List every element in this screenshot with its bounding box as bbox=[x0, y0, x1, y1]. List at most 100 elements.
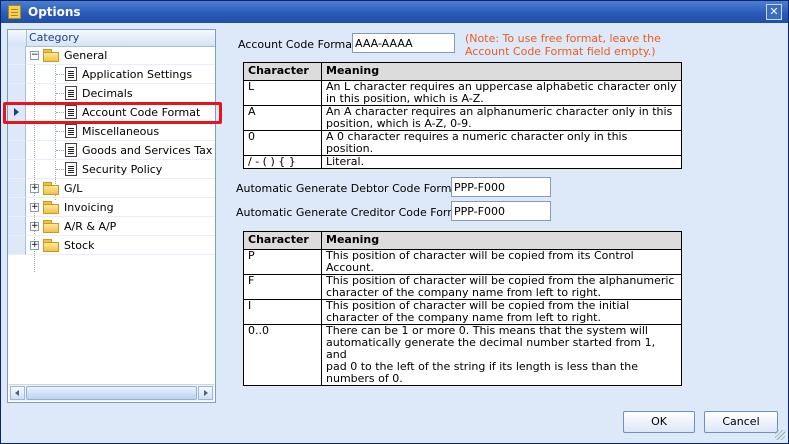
scrollbar-thumb[interactable] bbox=[26, 386, 197, 400]
table-row: F This position of character will be cop… bbox=[243, 274, 682, 300]
meaning-cell: An A character requires an alphanumeric … bbox=[321, 105, 682, 131]
account-code-format-input[interactable]: AAA-AAAA bbox=[352, 33, 455, 53]
folder-icon bbox=[43, 201, 59, 214]
auto-generate-format-table: Character Meaning P This position of cha… bbox=[243, 231, 682, 386]
sidebar-item-decimals[interactable]: Decimals bbox=[8, 84, 215, 103]
expand-icon[interactable]: + bbox=[30, 222, 39, 231]
tree-line bbox=[56, 74, 64, 75]
sidebar-item-general[interactable]: − General bbox=[8, 46, 215, 65]
column-header: Character bbox=[243, 62, 322, 81]
sidebar-item-label: Miscellaneous bbox=[82, 125, 160, 138]
resize-grip-icon[interactable] bbox=[775, 430, 785, 440]
tree-header-gutter bbox=[8, 30, 27, 46]
sidebar-item-label: Application Settings bbox=[82, 68, 193, 81]
tree-line bbox=[56, 93, 64, 94]
scroll-right-button[interactable] bbox=[198, 386, 213, 400]
meaning-cell: An L character requires an uppercase alp… bbox=[321, 80, 682, 106]
meaning-line: position, which is A-Z, 0-9. bbox=[326, 117, 472, 130]
debtor-code-format-input[interactable]: PPP-F000 bbox=[451, 177, 551, 197]
page-icon bbox=[65, 162, 77, 176]
tree-line bbox=[56, 150, 64, 151]
sidebar-item-gl[interactable]: + G/L bbox=[8, 179, 215, 198]
expand-icon[interactable]: + bbox=[30, 203, 39, 212]
sidebar-item-ar-ap[interactable]: + A/R & A/P bbox=[8, 217, 215, 236]
row-gutter bbox=[8, 236, 26, 255]
character-cell: / - ( ) { } bbox=[243, 155, 322, 169]
sidebar-item-label: Decimals bbox=[82, 87, 133, 100]
row-gutter bbox=[8, 84, 26, 103]
tree-line bbox=[56, 169, 64, 170]
table-header-row: Character Meaning bbox=[243, 62, 682, 81]
meaning-cell: This position of character will be copie… bbox=[321, 249, 682, 275]
sidebar-item-label: A/R & A/P bbox=[64, 220, 117, 233]
meaning-cell: Literal. bbox=[321, 155, 682, 169]
character-cell: 0 bbox=[243, 130, 322, 156]
creditor-code-format-label: Automatic Generate Creditor Code Format bbox=[236, 206, 470, 219]
table-row: A An A character requires an alphanumeri… bbox=[243, 105, 682, 131]
meaning-cell: This position of character will be copie… bbox=[321, 274, 682, 300]
sidebar-item-invoicing[interactable]: + Invoicing bbox=[8, 198, 215, 217]
scroll-left-button[interactable] bbox=[10, 386, 25, 400]
page-icon bbox=[65, 67, 77, 81]
debtor-code-format-label: Automatic Generate Debtor Code Format: bbox=[236, 182, 467, 195]
table-row: I This position of character will be cop… bbox=[243, 299, 682, 325]
sidebar-item-stock[interactable]: + Stock bbox=[8, 236, 215, 255]
tree-line bbox=[56, 131, 64, 132]
table-row: / - ( ) { } Literal. bbox=[243, 155, 682, 169]
horizontal-scrollbar[interactable] bbox=[9, 384, 214, 401]
meaning-line: numbers of 0. bbox=[326, 372, 403, 385]
row-gutter bbox=[8, 46, 26, 65]
expand-icon[interactable]: + bbox=[30, 241, 39, 250]
sidebar-item-label: Stock bbox=[64, 239, 95, 252]
character-cell: A bbox=[243, 105, 322, 131]
window-title: Options bbox=[28, 5, 81, 19]
account-code-format-label: Account Code Format: bbox=[238, 38, 361, 51]
meaning-cell: A 0 character requires a numeric charact… bbox=[321, 130, 682, 156]
meaning-line: character of the company name from left … bbox=[326, 286, 601, 299]
folder-icon bbox=[43, 182, 59, 195]
options-window: Options ✕ Category − General Application… bbox=[0, 0, 789, 444]
character-cell: P bbox=[243, 249, 322, 275]
sidebar-item-label: G/L bbox=[64, 182, 83, 195]
close-button[interactable]: ✕ bbox=[766, 4, 782, 20]
expand-icon[interactable]: + bbox=[30, 184, 39, 193]
row-gutter bbox=[8, 160, 26, 179]
sidebar-item-security-policy[interactable]: Security Policy bbox=[8, 160, 215, 179]
creditor-code-format-input[interactable]: PPP-F000 bbox=[451, 201, 551, 221]
meaning-line: in this position, which is A-Z. bbox=[326, 92, 484, 105]
selection-highlight bbox=[3, 102, 222, 124]
category-tree[interactable]: Category − General Application Settings … bbox=[7, 29, 216, 403]
sidebar-item-label: Invoicing bbox=[64, 201, 114, 214]
character-cell: F bbox=[243, 274, 322, 300]
meaning-line: automatically generate the decimal numbe… bbox=[326, 336, 656, 361]
folder-open-icon bbox=[43, 49, 59, 62]
tree-header: Category bbox=[8, 30, 215, 47]
column-header: Meaning bbox=[321, 62, 682, 81]
free-format-note-line1: (Note: To use free format, leave the bbox=[465, 32, 661, 45]
ok-button[interactable]: OK bbox=[623, 411, 695, 433]
character-cell: 0..0 bbox=[243, 324, 322, 386]
row-line bbox=[26, 254, 215, 255]
meaning-line: Account. bbox=[326, 261, 374, 274]
row-gutter bbox=[8, 65, 26, 84]
sidebar-item-label: Goods and Services Tax bbox=[82, 144, 213, 157]
meaning-line: This position of character will be copie… bbox=[326, 249, 634, 262]
sidebar-item-label: General bbox=[64, 49, 108, 62]
title-bar[interactable]: Options ✕ bbox=[1, 1, 788, 23]
meaning-cell: This position of character will be copie… bbox=[321, 299, 682, 325]
cancel-button[interactable]: Cancel bbox=[704, 411, 778, 433]
sidebar-item-goods-and-services-tax[interactable]: Goods and Services Tax bbox=[8, 141, 215, 160]
collapse-icon[interactable]: − bbox=[30, 51, 39, 60]
options-app-icon bbox=[8, 5, 21, 19]
row-gutter bbox=[8, 179, 26, 198]
table-row: 0..0 There can be 1 or more 0. This mean… bbox=[243, 324, 682, 386]
character-cell: I bbox=[243, 299, 322, 325]
sidebar-item-miscellaneous[interactable]: Miscellaneous bbox=[8, 122, 215, 141]
page-icon bbox=[65, 124, 77, 138]
sidebar-item-application-settings[interactable]: Application Settings bbox=[8, 65, 215, 84]
folder-icon bbox=[43, 220, 59, 233]
table-row: 0 A 0 character requires a numeric chara… bbox=[243, 130, 682, 156]
row-gutter bbox=[8, 217, 26, 236]
sidebar-item-label: Security Policy bbox=[82, 163, 163, 176]
meaning-cell: There can be 1 or more 0. This means tha… bbox=[321, 324, 682, 386]
